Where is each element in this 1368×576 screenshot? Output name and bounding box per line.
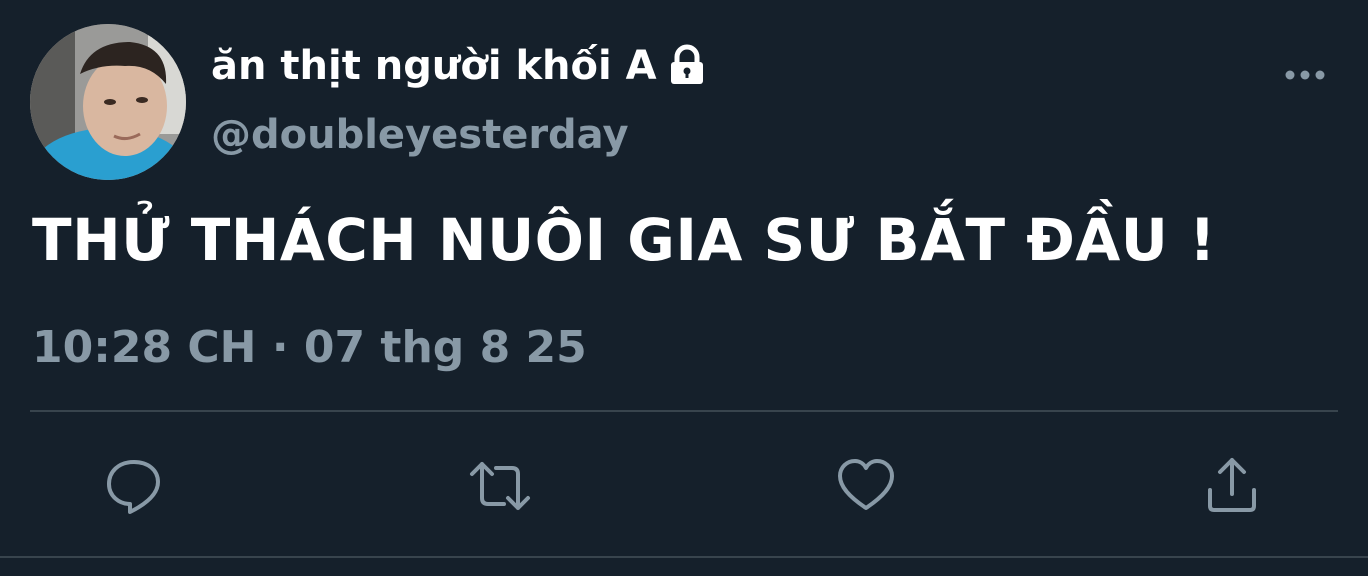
avatar-image — [30, 24, 186, 180]
lock-icon — [665, 44, 709, 88]
avatar[interactable] — [30, 24, 186, 180]
tweet-date[interactable]: 07 thg 8 25 — [304, 322, 587, 373]
tweet-timestamp[interactable]: 10:28 CH · 07 thg 8 25 — [32, 322, 587, 373]
retweet-button[interactable] — [468, 454, 532, 518]
tweet-time[interactable]: 10:28 CH — [32, 322, 257, 373]
tweet-card: ăn thịt người khối A @doubleyesterday TH… — [0, 0, 1368, 576]
divider — [30, 410, 1338, 412]
more-icon[interactable] — [1280, 60, 1330, 90]
reply-icon — [107, 460, 160, 514]
author-handle[interactable]: @doubleyesterday — [211, 112, 629, 158]
author-display-name[interactable]: ăn thịt người khối A — [211, 43, 657, 89]
author-name-row[interactable]: ăn thịt người khối A — [211, 38, 709, 94]
tweet-text: THỬ THÁCH NUÔI GIA SƯ BẮT ĐẦU ! — [32, 206, 1217, 274]
like-button[interactable] — [834, 454, 898, 518]
divider — [0, 556, 1368, 558]
timestamp-separator: · — [271, 322, 289, 373]
share-button[interactable] — [1200, 454, 1264, 518]
retweet-icon — [470, 462, 530, 510]
reply-button[interactable] — [102, 454, 166, 518]
heart-icon — [838, 459, 894, 510]
share-icon — [1208, 458, 1256, 512]
